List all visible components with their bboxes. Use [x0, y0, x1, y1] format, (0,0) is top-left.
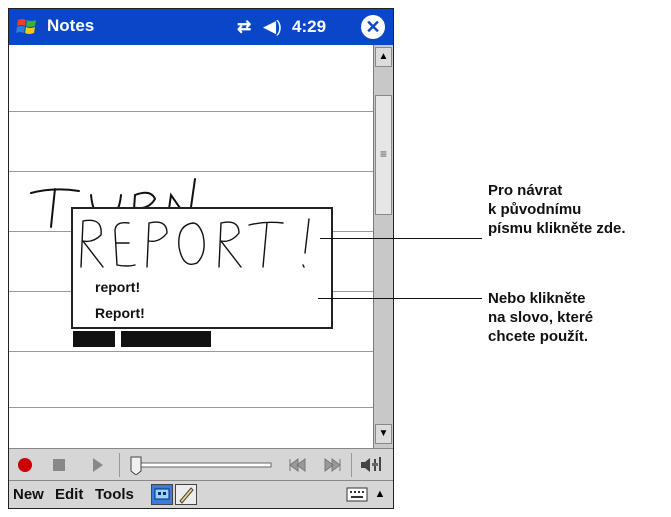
callout-bottom-line-2: na slovo, které	[488, 309, 594, 326]
scroll-down-icon[interactable]: ▼	[375, 424, 392, 444]
play-icon[interactable]	[87, 455, 107, 475]
divider	[119, 453, 120, 477]
suggestion-report-lowercase[interactable]: report!	[95, 279, 140, 295]
keyboard-icon[interactable]	[345, 484, 371, 505]
recognize-button[interactable]	[151, 484, 173, 505]
rewind-icon[interactable]	[287, 455, 309, 475]
playback-slider[interactable]	[127, 455, 277, 475]
scroll-thumb[interactable]: ≡	[375, 95, 392, 215]
stop-icon[interactable]	[49, 455, 69, 475]
fast-forward-icon[interactable]	[321, 455, 343, 475]
close-icon[interactable]: ✕	[361, 15, 385, 39]
connectivity-icon[interactable]: ⇄	[237, 17, 251, 37]
vertical-scrollbar[interactable]: ▲ ≡ ▼	[373, 45, 393, 448]
title-bar: Notes ⇄ ◀︎) 4:29 ✕	[9, 9, 393, 45]
callout-top-line-3: písmu klikněte zde.	[488, 220, 626, 237]
input-panel-arrow-icon[interactable]: ▲	[371, 484, 389, 505]
windows-start-icon[interactable]	[15, 15, 41, 39]
suggestion-report-capitalized[interactable]: Report!	[95, 305, 145, 321]
clock[interactable]: 4:29	[292, 17, 326, 37]
app-title: Notes	[47, 16, 95, 35]
pen-icon[interactable]	[175, 484, 197, 505]
volume-icon[interactable]	[357, 455, 387, 475]
scroll-up-icon[interactable]: ▲	[375, 47, 392, 67]
callout-bottom: Nebo klikněte na slovo, které chcete pou…	[488, 289, 593, 346]
original-ink-word[interactable]	[73, 209, 331, 273]
speaker-icon[interactable]: ◀︎)	[263, 17, 282, 37]
menu-edit[interactable]: Edit	[55, 486, 83, 503]
record-icon[interactable]	[15, 455, 35, 475]
menu-new[interactable]: New	[13, 486, 44, 503]
recording-toolbar	[9, 448, 393, 480]
divider	[351, 453, 352, 477]
callout-bottom-line-1: Nebo klikněte	[488, 290, 586, 307]
menu-tools[interactable]: Tools	[95, 486, 134, 503]
pocketpc-screen: Notes ⇄ ◀︎) 4:29 ✕ ▲ ≡ ▼ report! Report!…	[8, 8, 394, 509]
callout-top: Pro návrat k původnímu písmu klikněte zd…	[488, 181, 626, 238]
callout-top-line-1: Pro návrat	[488, 182, 563, 199]
callout-line-bottom	[318, 298, 482, 299]
recognition-popup: report! Report!	[71, 207, 333, 329]
command-bar: New Edit Tools ▲	[9, 480, 393, 508]
callout-bottom-line-3: chcete použít.	[488, 328, 589, 345]
callout-top-line-2: k původnímu	[488, 201, 582, 218]
callout-line-top	[320, 238, 482, 239]
